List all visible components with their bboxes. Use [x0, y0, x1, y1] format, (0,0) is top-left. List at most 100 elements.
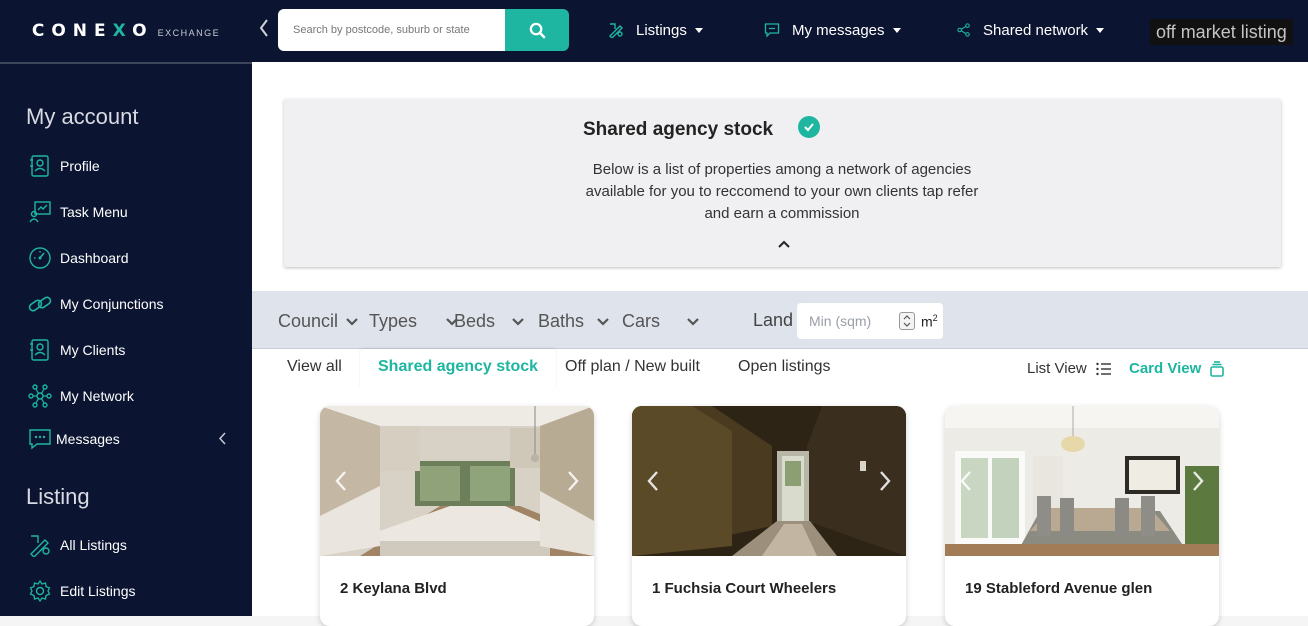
chat-icon	[764, 22, 780, 38]
chevron-down-icon	[1096, 27, 1105, 33]
chevron-down-icon	[687, 317, 699, 326]
sidebar-item-task-menu[interactable]: Task Menu	[27, 199, 237, 225]
filter-baths-dropdown[interactable]: Baths	[538, 311, 610, 331]
chevron-down-icon	[597, 317, 609, 326]
list-icon	[1096, 362, 1111, 375]
land-stepper[interactable]	[899, 312, 915, 330]
land-size-field: m2	[797, 303, 943, 339]
off-market-listing-button[interactable]: off market listing	[1150, 19, 1293, 45]
sidebar: My account Profile Task Menu Dashboard M…	[0, 62, 252, 616]
card-view-toggle[interactable]: Card View	[1129, 360, 1225, 377]
carousel-prev-icon[interactable]	[334, 470, 348, 492]
shared-stock-info-card: Shared agency stock Below is a list of p…	[284, 99, 1281, 267]
chevron-up-icon[interactable]	[777, 239, 791, 249]
sidebar-item-label: All Listings	[60, 537, 127, 553]
sidebar-item-label: Edit Listings	[60, 583, 136, 599]
search-button[interactable]	[505, 9, 569, 51]
property-photo	[320, 406, 594, 556]
filter-label: Baths	[538, 310, 585, 331]
sidebar-item-network[interactable]: My Network	[27, 383, 237, 409]
task-menu-icon	[27, 199, 53, 225]
search-icon	[529, 22, 545, 38]
sidebar-item-label: My Clients	[60, 342, 126, 358]
filter-label: Council	[278, 310, 339, 331]
filter-label: Types	[369, 310, 418, 331]
listings-icon	[27, 532, 53, 558]
logo-wordmark: CONEXO	[31, 21, 154, 41]
sidebar-item-label: Messages	[56, 431, 120, 447]
sidebar-item-conjunctions[interactable]: My Conjunctions	[27, 291, 237, 317]
sidebar-item-all-listings[interactable]: All Listings	[27, 532, 237, 558]
land-label: Land	[753, 310, 794, 330]
property-photo	[945, 406, 1219, 556]
network-icon	[27, 383, 53, 409]
nav-listings-label: Listings	[636, 21, 687, 39]
info-description: Below is a list of properties among a ne…	[585, 161, 979, 222]
filter-cars-dropdown[interactable]: Cars	[622, 311, 700, 331]
chevron-down-icon	[346, 317, 358, 326]
nav-listings-dropdown[interactable]: Listings	[608, 19, 703, 41]
property-photo	[632, 406, 906, 556]
carousel-prev-icon[interactable]	[646, 470, 660, 492]
brand-logo[interactable]: CONEXO EXCHANGE	[0, 0, 252, 62]
list-view-toggle[interactable]: List View	[1027, 360, 1111, 377]
nav-shared-label: Shared network	[983, 21, 1089, 39]
main-content: Shared agency stock Below is a list of p…	[252, 62, 1308, 626]
tab-off-plan[interactable]: Off plan / New built	[547, 349, 718, 389]
profile-icon	[27, 153, 53, 179]
filter-beds-dropdown[interactable]: Beds	[454, 311, 525, 331]
property-card[interactable]: 19 Stableford Avenue glen	[945, 406, 1219, 626]
nav-shared-network-dropdown[interactable]: Shared network	[957, 19, 1105, 41]
tab-open-listings[interactable]: Open listings	[720, 349, 849, 389]
chevron-down-icon	[892, 27, 901, 33]
filter-council-dropdown[interactable]: Council	[278, 311, 359, 331]
sidebar-collapse-button[interactable]	[258, 18, 272, 40]
carousel-next-icon[interactable]	[1191, 470, 1205, 492]
sidebar-item-edit-listings[interactable]: Edit Listings	[27, 578, 237, 604]
listing-tabs: View all Shared agency stock Off plan / …	[252, 349, 1308, 393]
stepper-arrows-icon	[903, 315, 911, 327]
sidebar-item-messages[interactable]: Messages	[27, 426, 237, 452]
filter-label: Cars	[622, 310, 661, 331]
search-bar	[278, 9, 569, 51]
sidebar-item-clients[interactable]: My Clients	[27, 337, 237, 363]
sidebar-item-profile[interactable]: Profile	[27, 153, 237, 179]
sidebar-item-label: Profile	[60, 158, 100, 174]
listings-icon	[608, 22, 624, 38]
tab-shared-agency-stock[interactable]: Shared agency stock	[360, 349, 557, 389]
card-stack-icon	[1210, 360, 1225, 377]
sidebar-item-label: Task Menu	[60, 204, 128, 220]
logo-subtitle: EXCHANGE	[157, 27, 221, 38]
property-card[interactable]: 1 Fuchsia Court Wheelers	[632, 406, 906, 626]
sidebar-item-label: Dashboard	[60, 250, 129, 266]
card-view-label: Card View	[1129, 360, 1202, 377]
carousel-next-icon[interactable]	[566, 470, 580, 492]
filter-label: Beds	[454, 310, 496, 331]
property-title: 2 Keylana Blvd	[340, 580, 447, 597]
sidebar-heading-listing: Listing	[26, 484, 90, 509]
carousel-next-icon[interactable]	[878, 470, 892, 492]
info-title: Shared agency stock	[583, 119, 774, 140]
sidebar-item-label: My Network	[60, 388, 134, 404]
gear-icon	[27, 578, 53, 604]
nav-messages-dropdown[interactable]: My messages	[764, 19, 901, 41]
chevron-left-icon[interactable]	[218, 432, 227, 445]
filter-types-dropdown[interactable]: Types	[369, 311, 459, 331]
check-circle-icon	[798, 116, 820, 138]
sidebar-heading-account: My account	[26, 104, 139, 129]
sidebar-item-dashboard[interactable]: Dashboard	[27, 245, 237, 271]
carousel-prev-icon[interactable]	[959, 470, 973, 492]
search-input[interactable]	[278, 9, 505, 51]
land-min-input[interactable]	[797, 303, 899, 339]
dashboard-icon	[27, 245, 53, 271]
property-title: 1 Fuchsia Court Wheelers	[652, 580, 837, 597]
property-card[interactable]: 2 Keylana Blvd	[320, 406, 594, 626]
list-view-label: List View	[1027, 360, 1087, 377]
chat-icon	[27, 426, 53, 452]
share-icon	[957, 22, 971, 38]
nav-messages-label: My messages	[792, 21, 885, 39]
land-unit: m2	[921, 312, 938, 330]
property-title: 19 Stableford Avenue glen	[965, 580, 1153, 597]
tab-view-all[interactable]: View all	[269, 349, 360, 389]
chevron-down-icon	[694, 27, 703, 33]
